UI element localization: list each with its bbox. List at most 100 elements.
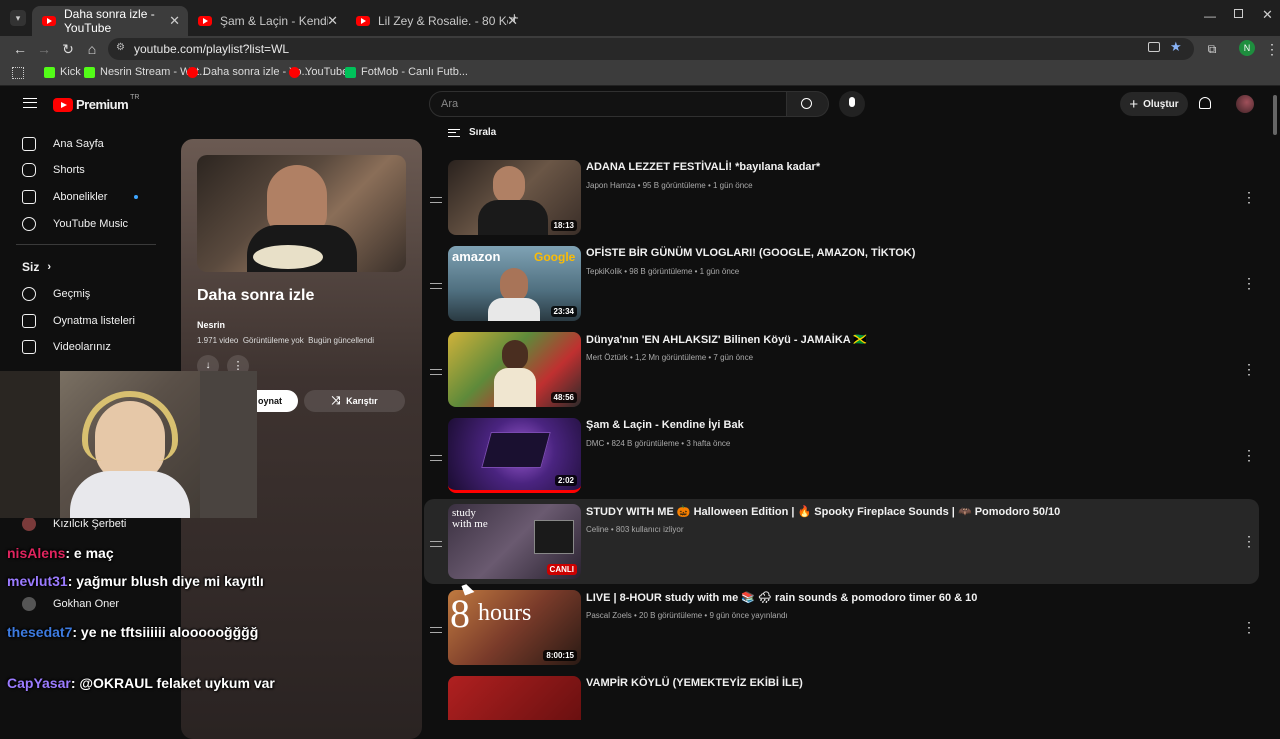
video-menu-icon[interactable]: ⋮ xyxy=(1242,189,1256,206)
video-duration: 48:56 xyxy=(550,392,577,403)
close-tab-icon[interactable]: ✕ xyxy=(169,13,180,29)
video-thumbnail[interactable]: study with me CANLI xyxy=(448,504,581,579)
playlist-cover-thumbnail[interactable] xyxy=(197,155,406,272)
sidebar-item-your-videos[interactable]: Videolarınız xyxy=(22,337,111,357)
sidebar-item-youtube-music[interactable]: YouTube Music xyxy=(22,214,128,234)
site-info-icon[interactable]: ⚙ xyxy=(116,42,125,53)
video-duration: 8:00:15 xyxy=(543,650,577,661)
youtube-play-icon xyxy=(53,97,73,112)
sidebar-sub-gokhan[interactable]: Gokhan Oner xyxy=(22,594,119,614)
region-label: TR xyxy=(130,94,140,101)
drag-handle-icon[interactable] xyxy=(430,197,442,203)
search-icon xyxy=(801,98,812,109)
chat-text: : yağmur blush diye mi kayıtlı xyxy=(67,573,264,589)
reload-icon[interactable]: ↻ xyxy=(58,39,78,59)
install-app-icon[interactable] xyxy=(1148,42,1160,52)
tab-watch-later[interactable]: Daha sonra izle - YouTube ✕ xyxy=(32,6,188,36)
playlists-icon xyxy=(22,314,36,328)
video-title[interactable]: Şam & Laçin - Kendine İyi Bak xyxy=(586,419,744,431)
sidebar-you-header[interactable]: Siz › xyxy=(22,257,51,277)
back-icon[interactable]: ← xyxy=(10,39,30,59)
video-title[interactable]: OFİSTE BİR GÜNÜM VLOGLARI! (GOOGLE, AMAZ… xyxy=(586,247,915,259)
drag-handle-icon[interactable] xyxy=(430,369,442,375)
create-button[interactable]: + Oluştur xyxy=(1120,92,1188,116)
video-thumbnail[interactable]: amazon Google 23:34 xyxy=(448,246,581,321)
drag-handle-icon[interactable] xyxy=(430,541,442,547)
page-scrollbar[interactable] xyxy=(1273,95,1277,135)
hamburger-menu-icon[interactable] xyxy=(23,98,37,108)
new-tab-button[interactable]: + xyxy=(510,10,519,27)
kick-logo-icon xyxy=(44,66,55,78)
search-button[interactable] xyxy=(787,91,829,117)
profile-avatar[interactable]: N xyxy=(1239,40,1255,56)
sidebar-item-home[interactable]: Ana Sayfa xyxy=(22,134,104,154)
search-input[interactable]: Ara xyxy=(441,98,458,110)
bookmark-fotmob[interactable]: FotMob - Canlı Futb... xyxy=(345,66,468,78)
sort-icon xyxy=(448,128,460,137)
drag-handle-icon[interactable] xyxy=(430,283,442,289)
close-tab-icon[interactable]: ✕ xyxy=(327,13,338,29)
youtube-logo[interactable]: Premium TR xyxy=(53,94,140,112)
sort-label: Sırala xyxy=(469,127,497,138)
video-duration: 2:02 xyxy=(554,475,577,486)
video-title[interactable]: STUDY WITH ME 🎃 Halloween Edition | 🔥 Sp… xyxy=(586,505,1060,518)
playlist-owner[interactable]: Nesrin xyxy=(197,320,225,330)
video-title[interactable]: VAMPİR KÖYLÜ (YEMEKTEYİZ EKİBİ İLE) xyxy=(586,677,803,689)
video-meta: TepkiKolik • 98 B görüntüleme • 1 gün ön… xyxy=(586,267,740,276)
minimize-icon[interactable]: — xyxy=(1204,9,1216,23)
search-box[interactable]: Ara xyxy=(429,91,787,117)
chat-text: : e maç xyxy=(65,545,114,561)
channel-avatar xyxy=(22,597,36,611)
video-title[interactable]: ADANA LEZZET FESTİVALİ! *bayılana kadar* xyxy=(586,161,820,173)
video-title[interactable]: LIVE | 8-HOUR study with me 📚 🌧 rain sou… xyxy=(586,591,977,604)
shuffle-button[interactable]: ⤨ Karıştır xyxy=(304,390,405,412)
video-menu-icon[interactable]: ⋮ xyxy=(1242,619,1256,636)
sidebar-item-history[interactable]: Geçmiş xyxy=(22,284,90,304)
bookmark-youtube[interactable]: YouTube xyxy=(289,66,348,78)
forward-icon[interactable]: → xyxy=(34,39,54,59)
home-icon[interactable]: ⌂ xyxy=(82,39,102,59)
tab-lil-zey[interactable]: Lil Zey & Rosalie. - 80 Kere (Mu ✕ xyxy=(346,6,526,36)
video-menu-icon[interactable]: ⋮ xyxy=(1242,275,1256,292)
voice-search-button[interactable] xyxy=(839,91,865,117)
home-icon xyxy=(22,137,36,151)
extensions-icon[interactable]: ⧉ xyxy=(1202,39,1222,59)
video-title[interactable]: Dünya'nın 'EN AHLAKSIZ' Bilinen Köyü - J… xyxy=(586,333,867,346)
sidebar-item-label: Shorts xyxy=(53,164,85,176)
account-avatar[interactable] xyxy=(1236,95,1254,113)
video-menu-icon[interactable]: ⋮ xyxy=(1242,361,1256,378)
bookmark-kick[interactable]: Kick xyxy=(44,66,81,78)
shorts-icon xyxy=(22,163,36,177)
video-thumbnail[interactable] xyxy=(448,676,581,720)
tab-list-icon[interactable]: ▾ xyxy=(10,10,26,26)
sidebar-item-label: Ana Sayfa xyxy=(53,138,104,150)
new-content-dot xyxy=(134,195,138,199)
notifications-bell-icon[interactable] xyxy=(1199,97,1211,109)
close-window-icon[interactable]: ✕ xyxy=(1262,7,1273,23)
restore-icon[interactable] xyxy=(1234,9,1243,18)
menu-kebab-icon[interactable]: ⋮ xyxy=(1262,39,1280,59)
bookmark-label: YouTube xyxy=(305,66,349,78)
sidebar-item-label: Geçmiş xyxy=(53,288,91,300)
drag-handle-icon[interactable] xyxy=(430,627,442,633)
chat-message: thesedat7: ye ne tftsiiiiii aloooooğğğğ xyxy=(7,624,262,640)
you-header-label: Siz xyxy=(22,260,40,274)
tab-sam-lacin[interactable]: Şam & Laçin - Kendine İyi Bak ✕ xyxy=(188,6,346,36)
video-thumbnail[interactable]: 18:13 xyxy=(448,160,581,235)
fotmob-logo-icon xyxy=(345,66,356,78)
video-thumbnail[interactable]: 8 hours 8:00:15 xyxy=(448,590,581,665)
drag-handle-icon[interactable] xyxy=(430,455,442,461)
bookmark-star-icon[interactable]: ★ xyxy=(1170,39,1182,55)
video-thumbnail[interactable]: 48:56 xyxy=(448,332,581,407)
sidebar-item-label: YouTube Music xyxy=(53,218,129,230)
video-menu-icon[interactable]: ⋮ xyxy=(1242,447,1256,464)
youtube-favicon-icon xyxy=(198,16,212,26)
sidebar-item-shorts[interactable]: Shorts xyxy=(22,160,85,180)
apps-grid-icon[interactable] xyxy=(12,67,24,79)
sidebar-item-playlists[interactable]: Oynatma listeleri xyxy=(22,311,135,331)
address-bar[interactable]: ⚙ youtube.com/playlist?list=WL ★ xyxy=(108,38,1194,60)
video-thumbnail[interactable]: 2:02 xyxy=(448,418,581,493)
video-menu-icon[interactable]: ⋮ xyxy=(1242,533,1256,550)
sort-button[interactable]: Sırala xyxy=(448,127,496,138)
sidebar-item-subscriptions[interactable]: Abonelikler xyxy=(22,187,138,207)
